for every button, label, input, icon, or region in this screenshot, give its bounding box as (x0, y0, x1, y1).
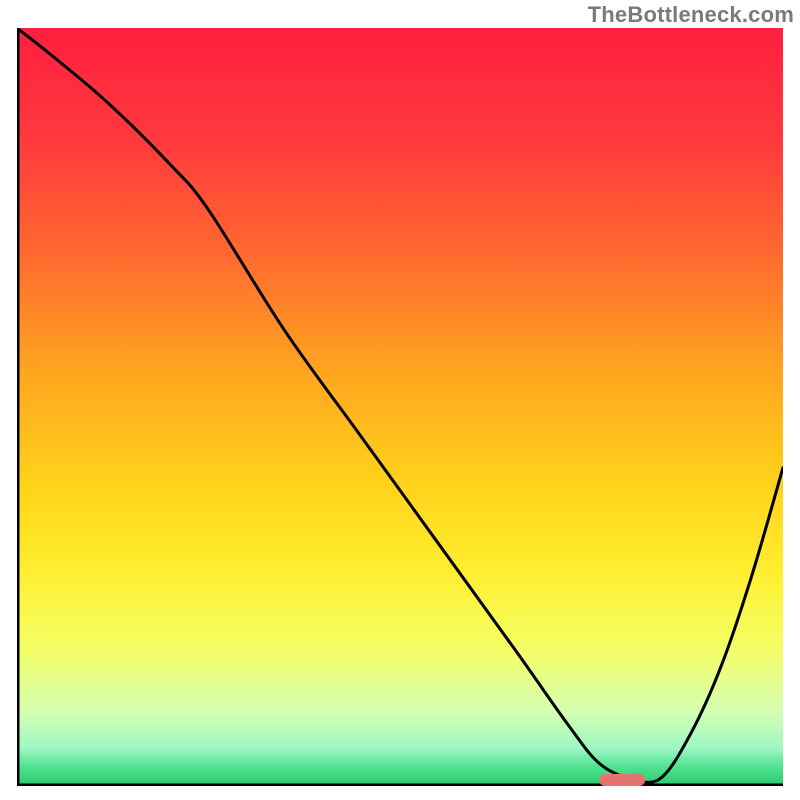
plot-area (17, 28, 783, 786)
gradient-background (17, 28, 783, 786)
watermark-text: TheBottleneck.com (588, 2, 794, 28)
bottleneck-chart (17, 28, 783, 786)
optimal-marker (599, 774, 645, 786)
chart-stage: TheBottleneck.com (0, 0, 800, 800)
